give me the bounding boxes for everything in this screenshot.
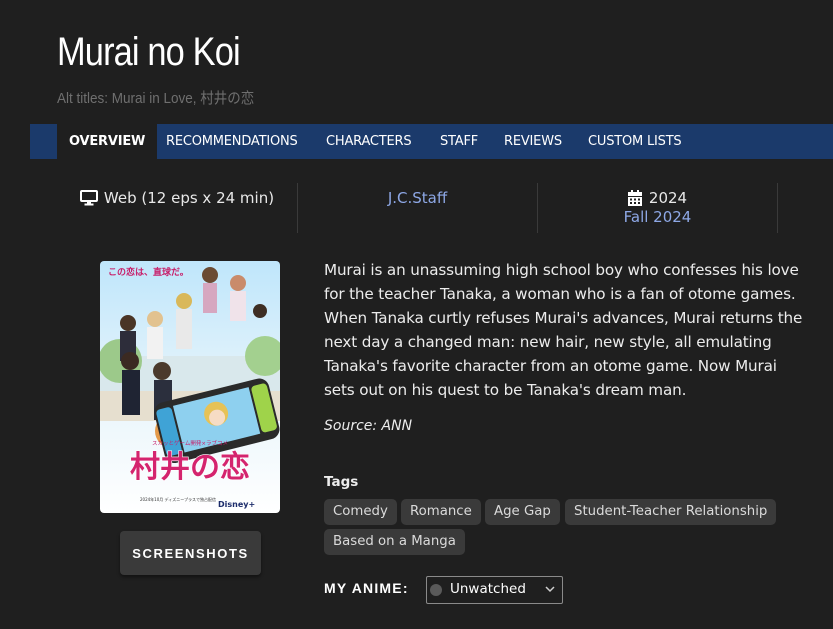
tag-based-on-a-manga[interactable]: Based on a Manga [324, 529, 465, 555]
calendar-icon [627, 190, 642, 206]
monitor-icon [79, 190, 98, 206]
tag-age-gap[interactable]: Age Gap [485, 499, 560, 525]
watch-status-select[interactable]: Unwatched [426, 576, 563, 604]
poster-image: この恋は、直球だ。 スカッとゲーム開発×ラブコメ 村井の恋 2024年10月 デ… [100, 261, 280, 513]
format-text: Web (12 eps x 24 min) [103, 189, 275, 207]
poster-subtitle: スカッとゲーム開発×ラブコメ [152, 439, 228, 447]
tab-recommendations[interactable]: RECOMMENDATIONS [166, 124, 298, 159]
tab-overview[interactable]: OVERVIEW [57, 124, 158, 159]
page-title: Murai no Koi [57, 30, 241, 74]
screenshots-button[interactable]: SCREENSHOTS [120, 531, 261, 575]
info-divider [777, 183, 778, 233]
format-info: Web (12 eps x 24 min) [57, 183, 297, 233]
synopsis-source: Source: ANN [324, 418, 413, 434]
my-anime-label: MY ANIME: [324, 580, 409, 596]
tag-student-teacher-relationship[interactable]: Student-Teacher Relationship [565, 499, 777, 525]
tag-romance[interactable]: Romance [401, 499, 481, 525]
status-dot-icon [430, 584, 442, 596]
studio-link[interactable]: J.C.Staff [298, 183, 537, 233]
tab-custom-lists[interactable]: CUSTOM LISTS [588, 124, 682, 159]
tab-characters[interactable]: CHARACTERS [326, 124, 412, 159]
tag-comedy[interactable]: Comedy [324, 499, 397, 525]
airing-info: 2024 Fall 2024 [538, 183, 777, 233]
tab-reviews[interactable]: REVIEWS [504, 124, 562, 159]
tags-heading: Tags [324, 474, 359, 490]
season-link[interactable]: Fall 2024 [538, 208, 777, 226]
status-value: Unwatched [450, 581, 526, 597]
nav-bar: OVERVIEW RECOMMENDATIONS CHARACTERS STAF… [30, 124, 833, 159]
tab-staff[interactable]: STAFF [440, 124, 478, 159]
chevron-down-icon [545, 586, 555, 593]
alt-titles: Alt titles: Murai in Love, 村井の恋 [57, 90, 255, 107]
poster-title: 村井の恋 [130, 450, 250, 485]
poster-brand: Disney+ [218, 500, 255, 509]
anime-poster: この恋は、直球だ。 スカッとゲーム開発×ラブコメ 村井の恋 2024年10月 デ… [100, 261, 280, 513]
poster-tagline: この恋は、直球だ。 [108, 266, 189, 278]
year-text: 2024 [648, 189, 688, 207]
synopsis: Murai is an unassuming high school boy w… [324, 261, 803, 399]
poster-credits: 2024年10月 ディズニープラスで独占配信 [140, 496, 216, 502]
studio-name[interactable]: J.C.Staff [298, 189, 537, 207]
